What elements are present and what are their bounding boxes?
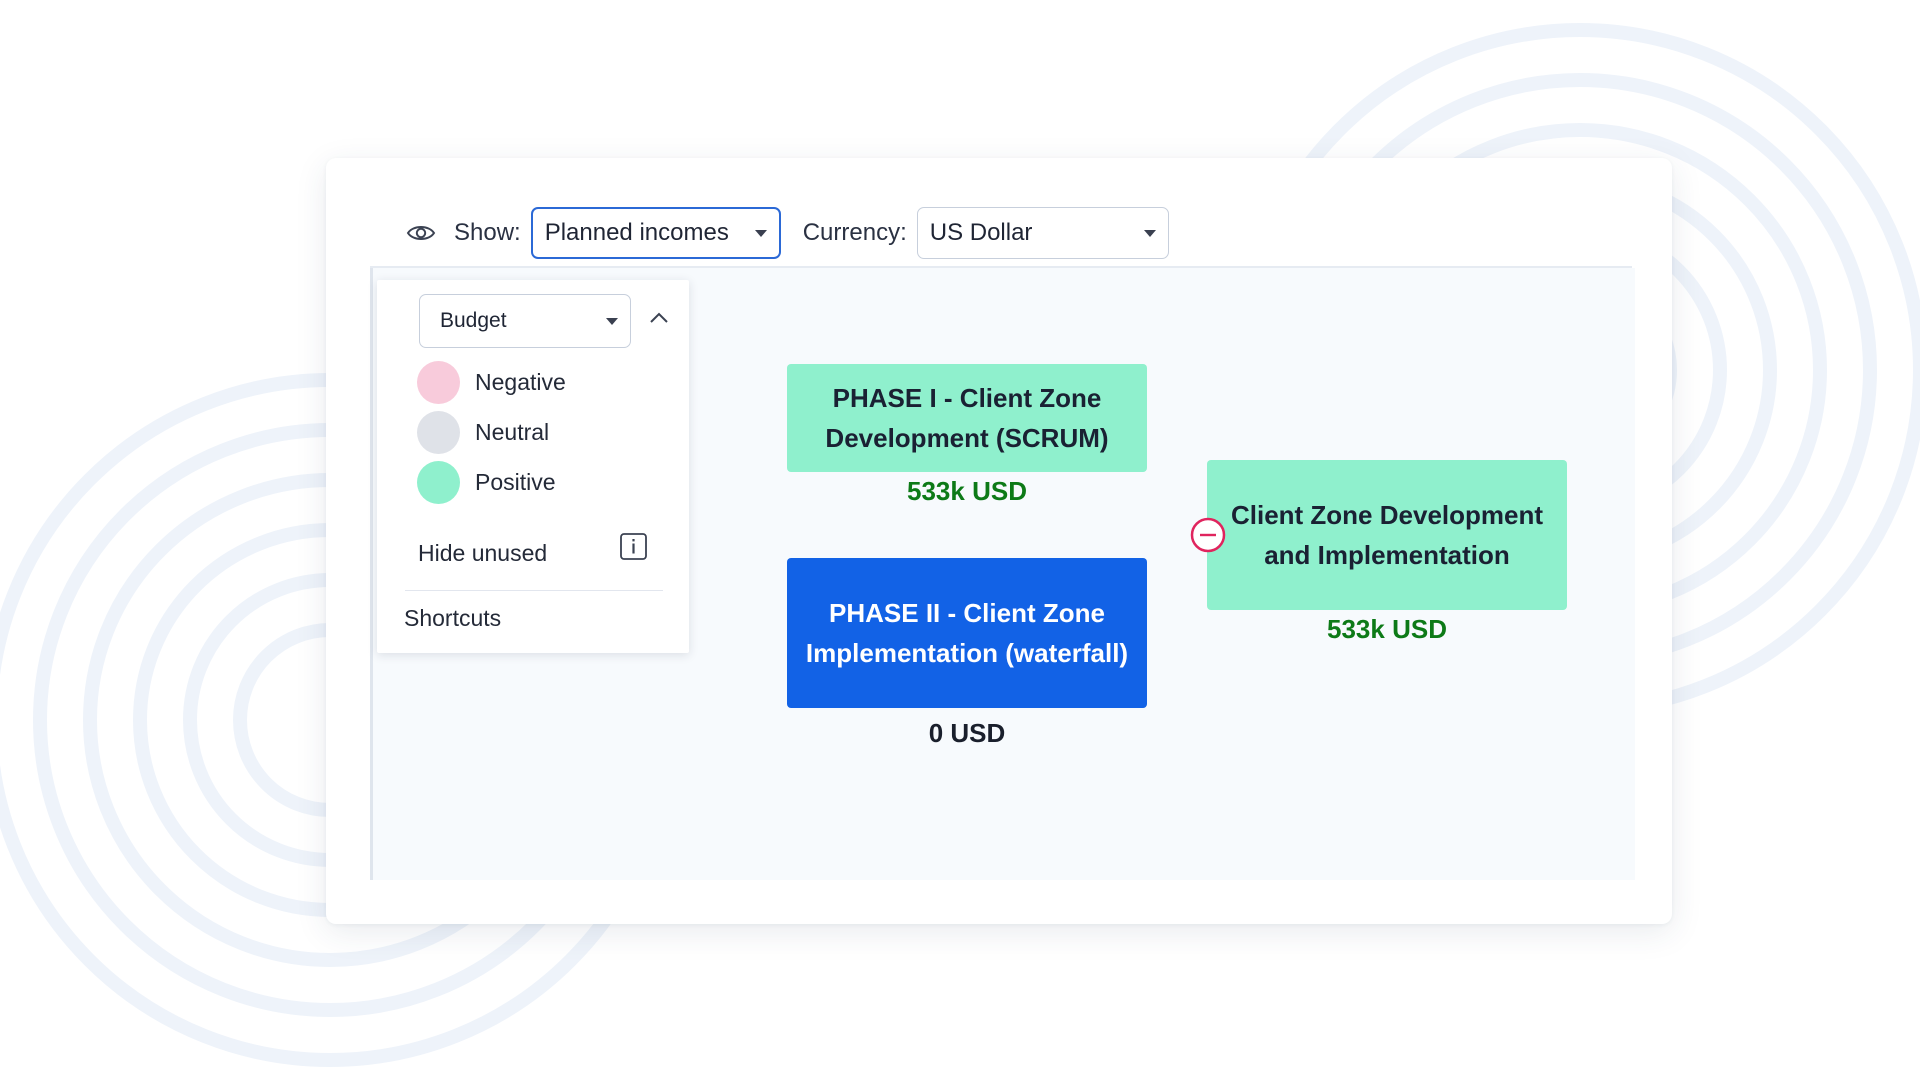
- collapse-minus-icon[interactable]: [1190, 517, 1226, 553]
- node-title: Client Zone Development and Implementati…: [1230, 500, 1544, 570]
- node-amount: 533k USD: [1327, 614, 1447, 644]
- hide-unused-label[interactable]: Hide unused: [418, 540, 547, 567]
- node-title: PHASE II - Client Zone Implementation (w…: [805, 598, 1129, 668]
- chevron-down-icon: [606, 318, 618, 325]
- node-amount: 0 USD: [928, 718, 1006, 748]
- node-root[interactable]: Client Zone Development and Implementati…: [1207, 460, 1567, 610]
- negative-color-dot: [417, 360, 460, 404]
- legend-item-label: Negative: [475, 368, 566, 395]
- budget-select-value: Budget: [440, 309, 507, 332]
- budget-select[interactable]: Budget: [419, 294, 631, 348]
- show-select-value: Planned incomes: [544, 219, 729, 246]
- legend-item-label: Neutral: [475, 418, 550, 445]
- legend-item-label: Positive: [475, 468, 556, 495]
- legend-item-positive: Positive: [417, 460, 556, 504]
- positive-color-dot: [417, 460, 460, 504]
- chevron-up-icon[interactable]: [648, 310, 670, 326]
- currency-label: Currency:: [802, 219, 907, 246]
- chevron-down-icon: [754, 230, 767, 237]
- legend-item-negative: Negative: [417, 360, 566, 404]
- currency-select[interactable]: US Dollar: [916, 207, 1169, 259]
- show-label: Show:: [454, 219, 521, 246]
- toolbar: Show: Planned incomes Currency: US Dolla…: [406, 206, 1169, 260]
- show-select[interactable]: Planned incomes: [530, 207, 781, 259]
- legend-item-neutral: Neutral: [417, 410, 549, 454]
- eye-icon: [406, 223, 436, 243]
- mindmap-canvas[interactable]: Budget Negative Neutral Positive Hide un: [370, 268, 1635, 880]
- node-phase-2[interactable]: PHASE II - Client Zone Implementation (w…: [787, 558, 1147, 708]
- node-amount: 533k USD: [907, 476, 1027, 506]
- legend-panel: Budget Negative Neutral Positive Hide un: [377, 280, 689, 653]
- info-icon[interactable]: [620, 533, 647, 560]
- node-phase-1[interactable]: PHASE I - Client Zone Development (SCRUM…: [787, 364, 1147, 472]
- node-title: PHASE I - Client Zone Development (SCRUM…: [825, 383, 1109, 453]
- legend-divider: [405, 590, 663, 591]
- shortcuts-link[interactable]: Shortcuts: [404, 605, 501, 632]
- neutral-color-dot: [417, 410, 460, 454]
- app-window: Show: Planned incomes Currency: US Dolla…: [326, 158, 1672, 924]
- chevron-down-icon: [1143, 230, 1156, 237]
- currency-select-value: US Dollar: [929, 219, 1033, 246]
